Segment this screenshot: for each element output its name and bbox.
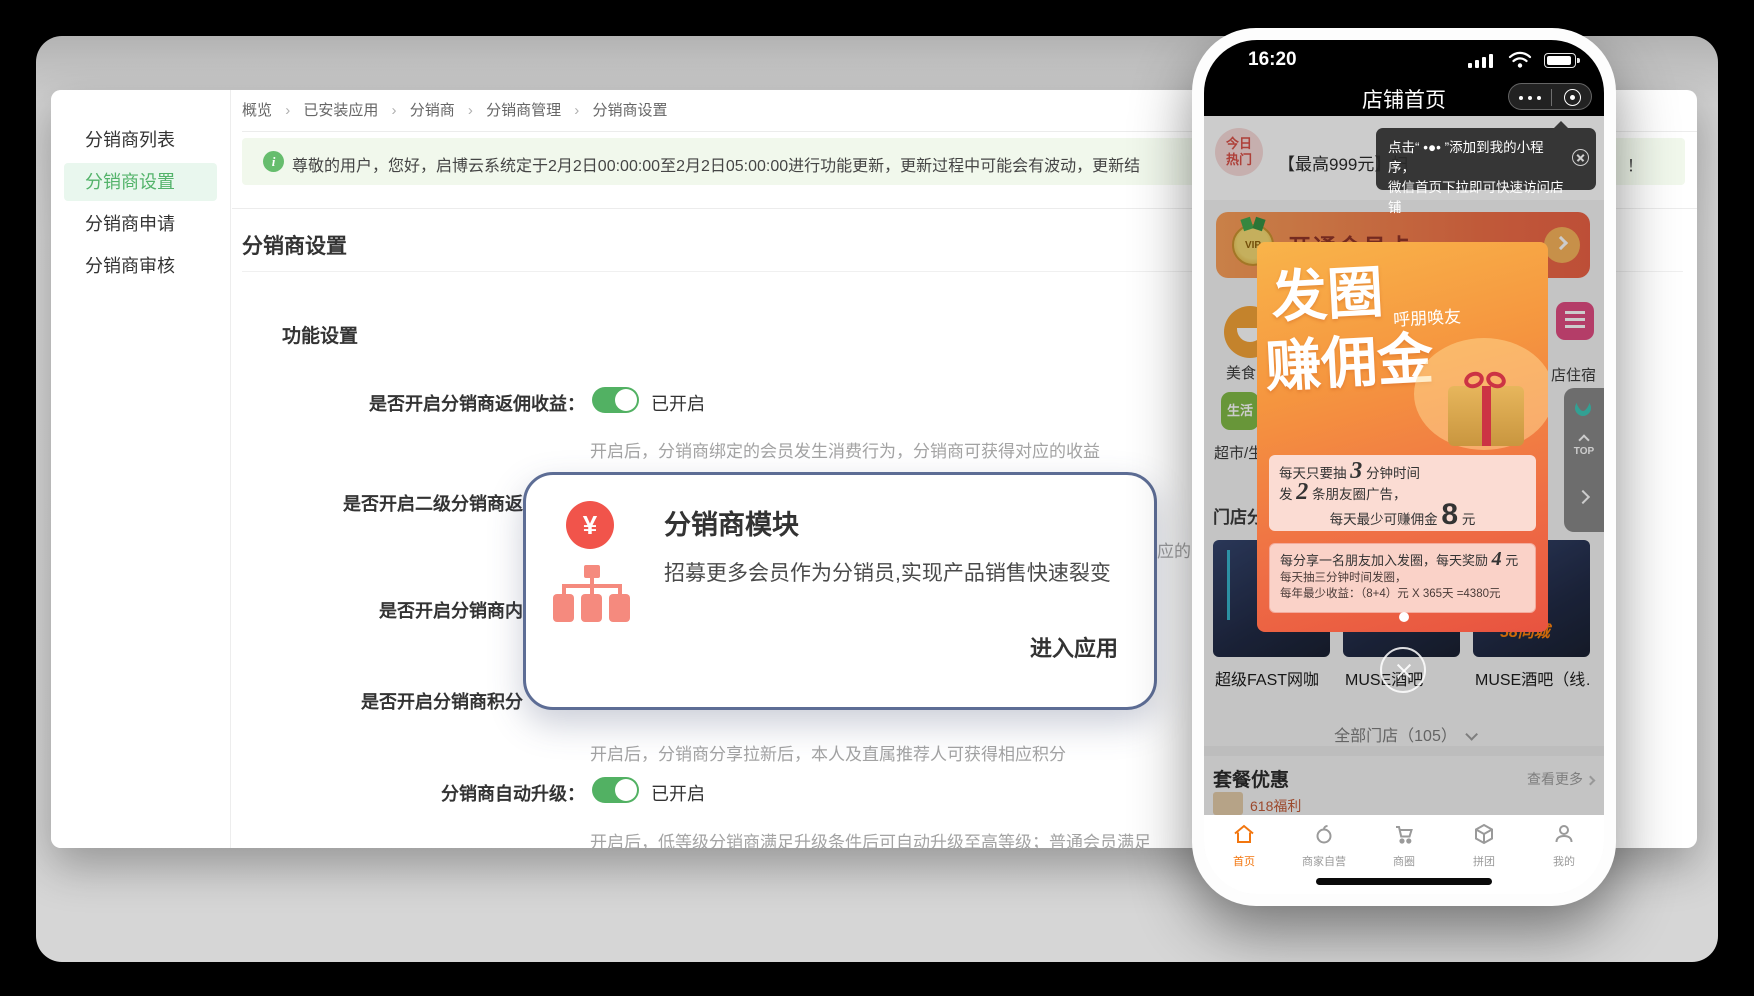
breadcrumb-item[interactable]: 分销商管理: [486, 102, 561, 119]
sidebar-item-distributor-review[interactable]: 分销商审核: [64, 247, 217, 285]
info-icon: i: [263, 151, 284, 172]
sidebar: 分销商列表 分销商设置 分销商申请 分销商审核: [51, 90, 231, 848]
cart-icon: [1392, 822, 1416, 846]
page-title: 分销商设置: [242, 230, 347, 260]
wechat-capsule-button[interactable]: [1508, 83, 1592, 110]
mini-program-navbar: 店铺首页: [1204, 76, 1604, 116]
cube-icon: [1472, 822, 1496, 846]
breadcrumb-item-current: 分销商设置: [592, 102, 667, 119]
sidebar-item-distributor-settings[interactable]: 分销商设置: [64, 163, 217, 201]
popup-reward-panel: 每分享一名朋友加入发圈，每天奖励 4 元 每天抽三分钟时间发圈， 每年最少收益：…: [1269, 543, 1536, 613]
battery-icon: [1544, 53, 1576, 68]
pagination-dot: [1399, 612, 1409, 622]
tab-home[interactable]: 首页: [1204, 815, 1284, 894]
breadcrumb-separator: ›: [468, 102, 473, 119]
tooltip-close-icon[interactable]: [1572, 149, 1589, 166]
toggle-label-rebate: 是否开启分销商返佣收益：: [369, 390, 585, 416]
breadcrumb-item[interactable]: 分销商: [410, 102, 455, 119]
distributor-module-dialog: ¥ 分销商模块 招募更多会员作为分销员,实现产品销售快速裂变 进入应用: [523, 472, 1157, 710]
helper-text: 开启后，低等级分销商满足升级条件后可自动升级至高等级；普通会员满足: [590, 828, 1151, 848]
person-icon: [1552, 822, 1576, 846]
section-title: 功能设置: [282, 321, 358, 348]
toggle-state: 已开启: [651, 780, 705, 806]
breadcrumb-item[interactable]: 已安装应用: [303, 102, 378, 119]
signal-icon: [1468, 54, 1496, 68]
sidebar-item-distributor-list[interactable]: 分销商列表: [64, 121, 217, 159]
phone-mockup: 16:20 店铺首页 今日 热门 【最高999元】扫: [1192, 28, 1616, 906]
popup-title-line2: 赚佣金: [1263, 314, 1435, 404]
sidebar-item-distributor-apply[interactable]: 分销商申请: [64, 205, 217, 243]
notice-text: 尊敬的用户，您好，启博云系统定于2月2日00:00:00至2月2日05:00:0…: [292, 152, 1140, 176]
dialog-description: 招募更多会员作为分销员,实现产品销售快速裂变: [664, 557, 1111, 587]
breadcrumb-separator: ›: [285, 102, 290, 119]
toggle-state: 已开启: [651, 390, 705, 416]
more-icon[interactable]: [1519, 96, 1543, 100]
toggle-label-internal-purchase: 是否开启分销商内: [379, 597, 523, 623]
breadcrumb-separator: ›: [392, 102, 397, 119]
apple-icon: [1312, 822, 1336, 846]
clock: 16:20: [1248, 49, 1297, 71]
popup-benefit-panel: 每天只要抽 3 分钟时间 发 2 条朋友圈广告， 每天最少可赚佣金 8 元: [1269, 455, 1536, 531]
breadcrumb-separator: ›: [574, 102, 579, 119]
close-minimize-icon[interactable]: [1564, 89, 1581, 106]
wifi-icon: [1508, 51, 1532, 69]
toggle-knob: [615, 779, 637, 801]
popup-close-icon[interactable]: [1380, 647, 1426, 693]
org-chart-icon: [552, 565, 632, 625]
add-to-miniprogram-tooltip: 点击“ •●• ”添加到我的小程序， 微信首页下拉即可快速访问店铺: [1376, 128, 1596, 190]
rebate-toggle[interactable]: [592, 387, 639, 413]
home-indicator[interactable]: [1316, 878, 1492, 885]
toggle-label-secondary-rebate: 是否开启二级分销商返: [343, 490, 523, 516]
status-bar: 16:20: [1204, 40, 1604, 76]
auto-upgrade-toggle[interactable]: [592, 777, 639, 803]
gift-box-icon: [1440, 354, 1532, 446]
helper-text: 开启后，分销商绑定的会员发生消费行为，分销商可获得对应的收益: [590, 437, 1100, 462]
notice-text-end: ！: [1627, 152, 1643, 176]
commission-promo-popup[interactable]: 发圈 呼朋唤友 赚佣金 每天只要抽 3 分钟时间 发 2 条朋友圈广告， 每天最…: [1257, 242, 1548, 632]
phone-screen: 16:20 店铺首页 今日 热门 【最高999元】扫: [1204, 40, 1604, 894]
enter-app-button[interactable]: 进入应用: [1030, 631, 1118, 663]
yen-icon: ¥: [566, 501, 614, 549]
toggle-label-points: 是否开启分销商积分: [361, 688, 523, 714]
helper-text: 开启后，分销商分享拉新后，本人及直属推荐人可获得相应积分: [590, 740, 1066, 765]
breadcrumb-item[interactable]: 概览: [242, 102, 272, 119]
helper-text-fragment: 应的: [1157, 537, 1191, 562]
home-icon: [1232, 822, 1256, 846]
toggle-label-auto-upgrade: 分销商自动升级：: [441, 780, 585, 806]
dialog-title: 分销商模块: [664, 503, 799, 542]
tab-profile[interactable]: 我的: [1524, 815, 1604, 894]
toggle-knob: [615, 389, 637, 411]
